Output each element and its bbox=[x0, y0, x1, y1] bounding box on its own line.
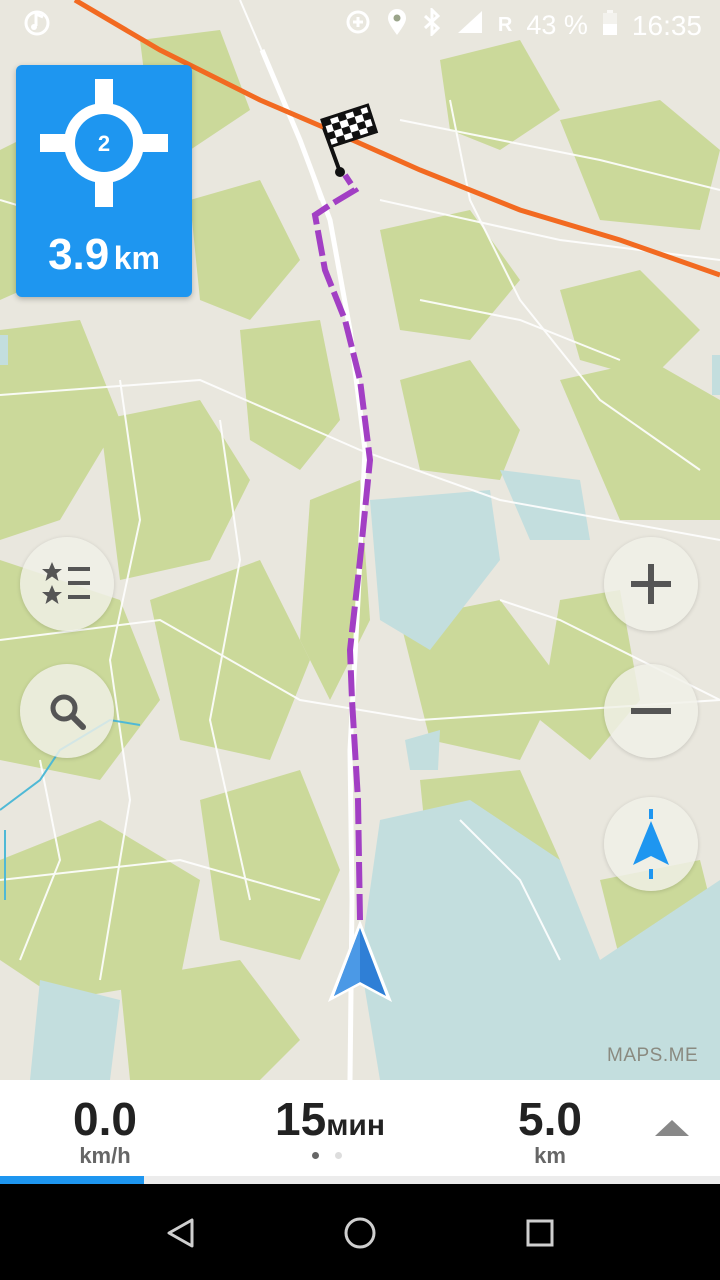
minus-icon bbox=[631, 708, 671, 714]
route-progress-fill bbox=[0, 1176, 144, 1184]
turn-distance-unit: km bbox=[113, 240, 160, 276]
recents-square-icon[interactable] bbox=[526, 1219, 554, 1247]
search-button[interactable] bbox=[20, 664, 114, 758]
bluetooth-icon bbox=[422, 6, 442, 43]
battery-percentage: 43 % bbox=[526, 10, 588, 40]
home-circle-icon[interactable] bbox=[343, 1216, 377, 1250]
roundabout-exit-number: 2 bbox=[97, 131, 111, 156]
turn-distance: 3.9 km bbox=[16, 230, 192, 280]
battery-icon bbox=[602, 8, 618, 43]
location-pin-icon bbox=[386, 8, 408, 43]
roaming-indicator: R bbox=[497, 14, 513, 36]
clock: 16:35 bbox=[631, 9, 702, 41]
back-triangle-icon[interactable] bbox=[166, 1218, 196, 1248]
distance-value: 5.0 bbox=[518, 1093, 582, 1145]
system-nav-bar bbox=[0, 1184, 720, 1280]
next-turn-card[interactable]: 2 3.9 km bbox=[16, 65, 192, 297]
route-progress-bar bbox=[0, 1176, 720, 1184]
time-remaining-metric: 15мин bbox=[250, 1094, 410, 1151]
speed-unit: km/h bbox=[79, 1143, 131, 1168]
turn-distance-value: 3.9 bbox=[48, 230, 110, 279]
status-bar: R 43 % 16:35 bbox=[0, 0, 720, 50]
map-attribution: MAPS.ME bbox=[607, 1045, 699, 1066]
distance-unit: km bbox=[534, 1143, 566, 1168]
zoom-out-button[interactable] bbox=[604, 664, 698, 758]
time-unit: мин bbox=[326, 1109, 385, 1142]
music-note-icon bbox=[24, 9, 50, 44]
my-position-button[interactable] bbox=[604, 797, 698, 891]
caret-up-icon[interactable] bbox=[655, 1120, 689, 1136]
search-icon bbox=[50, 694, 86, 730]
distance-remaining-metric: 5.0 km bbox=[495, 1094, 605, 1168]
page-dot bbox=[335, 1152, 342, 1159]
bookmarks-button[interactable] bbox=[20, 537, 114, 631]
speed-value: 0.0 bbox=[73, 1093, 137, 1145]
data-saver-icon bbox=[344, 8, 372, 43]
plus-icon bbox=[631, 564, 671, 604]
page-indicator bbox=[312, 1152, 342, 1159]
route-info-panel[interactable]: 0.0 km/h 15мин 5.0 km bbox=[0, 1080, 720, 1184]
navigation-arrow-icon bbox=[633, 809, 669, 879]
star-list-icon bbox=[42, 562, 90, 604]
speed-metric: 0.0 km/h bbox=[50, 1094, 160, 1168]
zoom-in-button[interactable] bbox=[604, 537, 698, 631]
cell-signal-icon bbox=[456, 9, 484, 42]
page-dot bbox=[312, 1152, 319, 1159]
time-value: 15 bbox=[275, 1093, 327, 1145]
